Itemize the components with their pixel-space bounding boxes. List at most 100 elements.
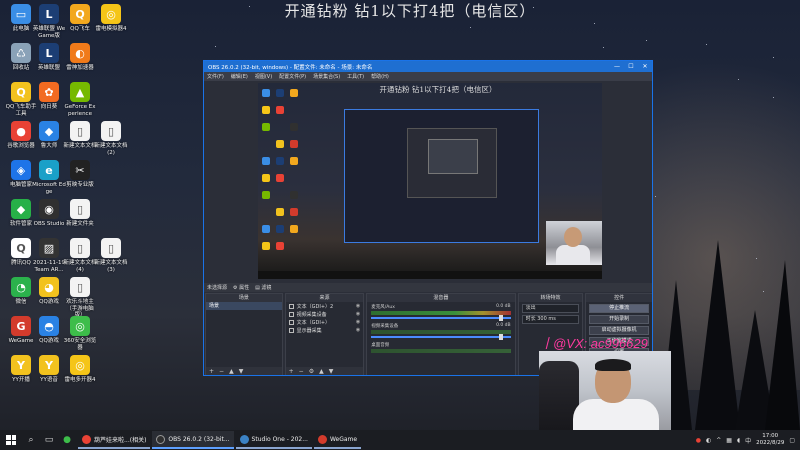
search-icon[interactable]: ⌕ — [22, 430, 40, 450]
desktop-icon-label: YY语音 — [40, 377, 58, 383]
desktop-icon[interactable]: ◐ 雷神加速器 — [63, 43, 97, 72]
menu-view[interactable]: 视图(V) — [255, 73, 272, 80]
star — [645, 39, 647, 41]
desktop-icon[interactable]: ▯ 新建文件夹 — [63, 199, 97, 228]
menu-edit[interactable]: 编辑(E) — [231, 73, 248, 80]
volume-slider[interactable] — [371, 334, 511, 340]
desktop-icon[interactable]: ◉ OBS Studio — [32, 199, 66, 228]
desktop-icon[interactable]: ▨ 2021-11-19 Team AR... — [32, 238, 66, 273]
desktop-icon[interactable]: ▯ 新建文本文档 (2) — [94, 121, 128, 156]
up-icon[interactable]: ▲ — [319, 368, 324, 375]
desktop-icon[interactable]: ▯ 新建文本文档 (4) — [63, 238, 97, 273]
source-item[interactable]: 文本（GDI+） ◉ — [286, 318, 364, 326]
app-icon: L — [39, 43, 59, 63]
desktop-icon[interactable]: ◓ QQ游戏 — [32, 316, 66, 345]
menu-scene-collection[interactable]: 场景集合(S) — [313, 73, 340, 80]
network-icon[interactable]: ▦ — [726, 437, 732, 444]
taskbar-app-label: OBS 26.0.2 (32-bit... — [168, 435, 230, 443]
preview-desktop-icon — [290, 208, 298, 216]
maximize-button[interactable]: ☐ — [624, 63, 638, 70]
chevron-up-icon[interactable]: ^ — [716, 437, 721, 444]
down-icon[interactable]: ▼ — [329, 368, 334, 375]
volume-slider[interactable] — [371, 315, 511, 321]
task-view-icon[interactable]: ▭ — [40, 430, 58, 450]
desktop-icon[interactable]: ▯ 欢乐斗地主（手游电脑版） — [63, 277, 97, 319]
add-icon[interactable]: + — [289, 368, 294, 375]
desktop-icon[interactable]: ✿ 向日葵 — [32, 82, 66, 111]
filters-button[interactable]: ▤ 滤镜 — [255, 284, 271, 291]
duration-value: 300 ms — [537, 316, 556, 322]
desktop-icon-label: 新建文本文档 (3) — [94, 260, 128, 273]
source-item[interactable]: 文本（GDI+）2 ◉ — [286, 302, 364, 310]
app-icon: Q — [11, 82, 31, 102]
tray-app-icon[interactable]: ● — [696, 437, 701, 444]
preview-desktop-icon — [262, 157, 270, 165]
eye-icon[interactable]: ◉ — [356, 327, 360, 333]
mixer-channel: 视频采集设备 0.0 dB — [367, 321, 514, 340]
start-recording-button[interactable]: 开始录制 — [589, 315, 649, 324]
desktop-icon[interactable]: L 英雄联盟 WeGame版 — [32, 4, 66, 39]
down-icon[interactable]: ▼ — [239, 368, 244, 375]
desktop-icon[interactable]: ◕ QQ游戏 — [32, 277, 66, 306]
desktop-icon[interactable]: e Microsoft Edge — [32, 160, 66, 195]
mixer-channel: 桌面音频 — [367, 340, 514, 355]
add-icon[interactable]: + — [209, 368, 214, 375]
remove-icon[interactable]: − — [299, 368, 304, 375]
pinned-app-icon[interactable]: ● — [58, 430, 76, 450]
eye-icon[interactable]: ◉ — [356, 311, 360, 317]
desktop-icon[interactable]: ◎ 360安全浏览器 — [63, 316, 97, 351]
source-label: 视频采集设备 — [296, 311, 327, 318]
app-icon: Y — [39, 355, 59, 375]
source-item[interactable]: 视频采集设备 ◉ — [286, 310, 364, 318]
taskbar-app-obs[interactable]: OBS 26.0.2 (32-bit... — [152, 431, 234, 449]
source-label: 文本（GDI+）2 — [296, 303, 334, 310]
minimize-button[interactable]: — — [610, 63, 624, 70]
taskbar-app-browser[interactable]: 葫芦娃来啦...(相关) — [78, 431, 151, 449]
menu-tools[interactable]: 工具(T) — [347, 73, 364, 80]
duration-field[interactable]: 时长 300 ms — [521, 315, 580, 324]
eye-icon[interactable]: ◉ — [356, 303, 360, 309]
gear-icon[interactable]: ⚙ — [309, 368, 314, 375]
desktop-icon-label: 英雄联盟 — [37, 65, 60, 71]
menu-file[interactable]: 文件(F) — [207, 73, 224, 80]
preview-taskbar — [258, 271, 602, 279]
menu-help[interactable]: 帮助(H) — [371, 73, 389, 80]
desktop-icon[interactable]: ◎ 雷电多开器4 — [63, 355, 97, 384]
obs-preview[interactable]: 开通钻粉 钻1以下打4把（电信区） — [258, 83, 602, 279]
stop-streaming-button[interactable]: 停止推流 — [589, 304, 649, 313]
notification-icon[interactable]: ▢ — [789, 437, 795, 444]
source-item[interactable]: 显示器采集 ◉ — [286, 326, 364, 334]
desktop-icon-label: 新建文本文档 (4) — [63, 260, 97, 273]
transition-select[interactable]: 淡出 — [521, 304, 580, 313]
streamer-body — [573, 399, 659, 430]
up-icon[interactable]: ▲ — [229, 368, 234, 375]
close-button[interactable]: ✕ — [638, 63, 652, 70]
tray-app-icon[interactable]: ◐ — [706, 437, 711, 444]
desktop-icon[interactable]: ◎ 雷电模拟器4 — [94, 4, 128, 33]
clock[interactable]: 17:00 2022/8/29 — [756, 433, 784, 447]
preview-webcam-shirt — [556, 245, 590, 265]
obs-window[interactable]: OBS 26.0.2 (32-bit, windows) - 配置文件: 未命名… — [203, 60, 653, 376]
desktop-icon[interactable]: L 英雄联盟 — [32, 43, 66, 72]
taskbar-app-wegame[interactable]: WeGame — [313, 431, 362, 449]
desktop-icon[interactable]: ▯ 新建文本文档 — [63, 121, 97, 150]
desktop-icon[interactable]: ◆ 鲁大师 — [32, 121, 66, 150]
taskbar-app-studio-one[interactable]: Studio One - 202... — [235, 431, 312, 449]
desktop-icon[interactable]: Y YY语音 — [32, 355, 66, 384]
eye-icon[interactable]: ◉ — [356, 319, 360, 325]
desktop-icon[interactable]: ▲ GeForce Experience — [63, 82, 97, 117]
ime-icon[interactable]: 中 — [745, 436, 751, 445]
preview-webcam-face — [564, 227, 582, 247]
system-tray: ● ◐ ^ ▦ ◖ 中 17:00 2022/8/29 ▢ — [696, 433, 800, 447]
menu-profile[interactable]: 配置文件(P) — [279, 73, 306, 80]
scene-item[interactable]: 场景 — [206, 302, 282, 310]
preview-desktop-icon — [262, 242, 270, 250]
desktop-icon[interactable]: Q QQ飞车 — [63, 4, 97, 33]
obs-titlebar[interactable]: OBS 26.0.2 (32-bit, windows) - 配置文件: 未命名… — [204, 61, 652, 72]
properties-button[interactable]: ⚙ 属性 — [233, 284, 249, 291]
desktop-icon[interactable]: ▯ 新建文本文档 (3) — [94, 238, 128, 273]
volume-icon[interactable]: ◖ — [737, 437, 740, 444]
remove-icon[interactable]: − — [219, 368, 224, 375]
desktop-icon[interactable]: ✂ 剪映专业版 — [63, 160, 97, 189]
start-button[interactable] — [0, 430, 22, 450]
